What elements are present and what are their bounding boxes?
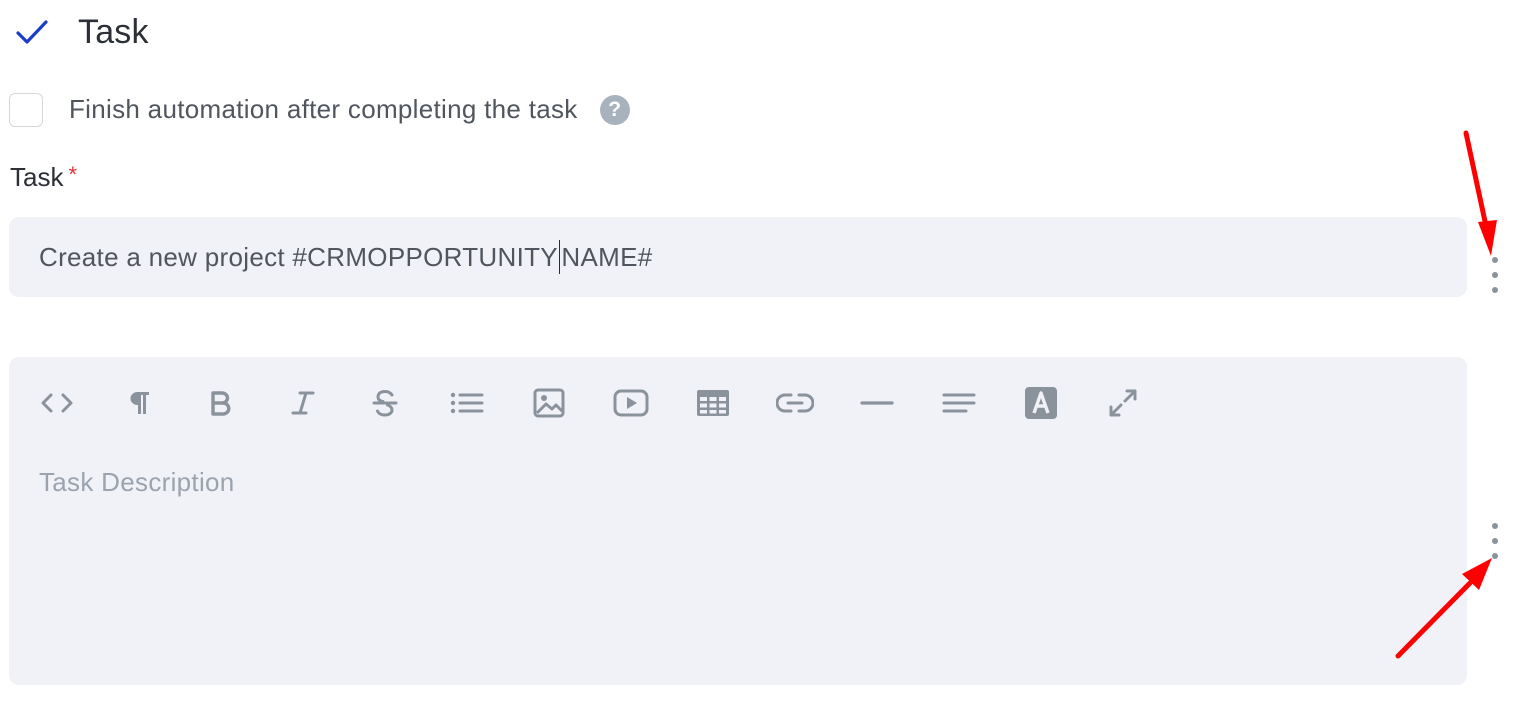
annotation-arrow-top bbox=[1463, 130, 1497, 256]
task-input[interactable]: Create a new project #CRMOPPORTUNITY NAME… bbox=[9, 217, 1467, 297]
align-icon[interactable] bbox=[939, 385, 979, 421]
video-icon[interactable] bbox=[611, 385, 651, 421]
table-icon[interactable] bbox=[693, 385, 733, 421]
italic-icon[interactable] bbox=[283, 385, 323, 421]
required-marker: * bbox=[68, 162, 78, 187]
horizontal-rule-icon[interactable] bbox=[857, 385, 897, 421]
task-description-editor[interactable]: Task Description bbox=[9, 357, 1467, 685]
section-header: Task bbox=[12, 6, 149, 58]
task-input-text-after-caret: NAME# bbox=[561, 241, 653, 272]
text-color-icon[interactable] bbox=[1021, 385, 1061, 421]
bullet-list-icon[interactable] bbox=[447, 385, 487, 421]
task-field-label: Task * bbox=[10, 162, 77, 193]
paragraph-icon[interactable] bbox=[119, 385, 159, 421]
strikethrough-icon[interactable] bbox=[365, 385, 405, 421]
code-view-icon[interactable] bbox=[37, 385, 77, 421]
finish-automation-checkbox[interactable] bbox=[9, 92, 43, 127]
bold-icon[interactable] bbox=[201, 385, 241, 421]
task-label-text: Task bbox=[10, 162, 64, 192]
help-icon[interactable]: ? bbox=[599, 94, 630, 125]
finish-automation-label: Finish automation after completing the t… bbox=[69, 94, 578, 124]
finish-automation-option: Finish automation after completing the t… bbox=[9, 91, 630, 128]
text-caret bbox=[558, 240, 561, 274]
description-field-more-menu-icon[interactable] bbox=[1485, 523, 1505, 559]
section-title: Task bbox=[78, 12, 149, 51]
fullscreen-icon[interactable] bbox=[1103, 385, 1143, 421]
task-input-text-before-caret: Create a new project #CRMOPPORTUNITY bbox=[39, 241, 558, 272]
task-field-more-menu-icon[interactable] bbox=[1485, 257, 1505, 293]
link-icon[interactable] bbox=[775, 385, 815, 421]
image-icon[interactable] bbox=[529, 385, 569, 421]
task-description-placeholder: Task Description bbox=[39, 467, 235, 497]
editor-toolbar bbox=[37, 385, 1185, 421]
checkmark-icon bbox=[12, 12, 52, 52]
task-settings-panel: Task Finish automation after completing … bbox=[0, 0, 1536, 709]
